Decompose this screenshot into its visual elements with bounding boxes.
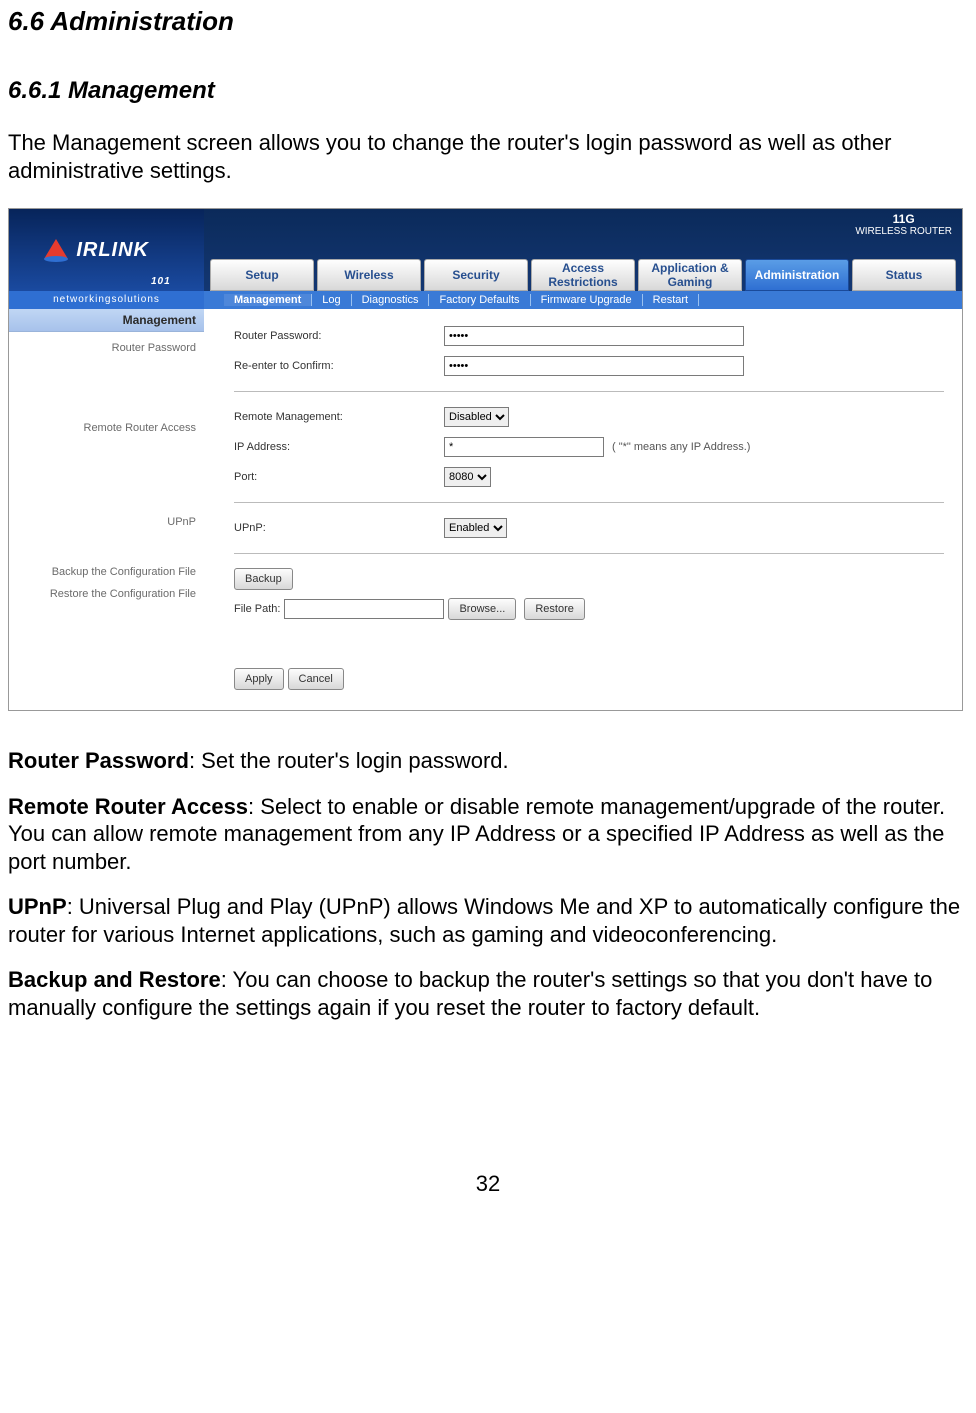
label-remote-management: Remote Management: [234, 411, 444, 423]
upnp-select[interactable]: Enabled [444, 518, 507, 538]
file-path-input[interactable] [284, 599, 444, 619]
subtab-log[interactable]: Log [312, 294, 351, 306]
cancel-button[interactable]: Cancel [288, 668, 344, 690]
section-heading: 6.6 Administration [8, 6, 968, 37]
tab-access-restrictions[interactable]: Access Restrictions [531, 259, 635, 291]
badge-title: 11G [855, 213, 952, 226]
divider [234, 553, 944, 554]
upnp-paragraph: UPnP: Universal Plug and Play (UPnP) all… [8, 893, 968, 948]
router-password-input[interactable] [444, 326, 744, 346]
label-ip-address: IP Address: [234, 441, 444, 453]
router-password-paragraph: Router Password: Set the router's login … [8, 747, 968, 775]
brand-text: IRLINK [76, 239, 149, 262]
upnp-term: UPnP [8, 894, 67, 919]
left-column: Management Router Password Remote Router… [9, 309, 204, 710]
label-file-path: File Path: [234, 603, 280, 615]
main-tabs: Setup Wireless Security Access Restricti… [204, 259, 962, 291]
remote-access-term: Remote Router Access [8, 794, 248, 819]
logo-icon [42, 235, 72, 265]
router-admin-screenshot: IRLINK 101 networkingsolutions 11G WIREL… [8, 208, 963, 711]
left-label-restore: Restore the Configuration File [9, 578, 204, 600]
backup-restore-term: Backup and Restore [8, 967, 221, 992]
left-label-upnp: UPnP [9, 508, 204, 528]
tab-administration[interactable]: Administration [745, 259, 849, 291]
brand-name: IRLINK 101 [9, 209, 204, 291]
subtab-management[interactable]: Management [224, 294, 312, 306]
apply-button[interactable]: Apply [234, 668, 284, 690]
subtab-restart[interactable]: Restart [643, 294, 699, 306]
section-title: Management [9, 309, 204, 332]
divider [234, 391, 944, 392]
tab-wireless[interactable]: Wireless [317, 259, 421, 291]
subtab-firmware-upgrade[interactable]: Firmware Upgrade [531, 294, 643, 306]
subtab-diagnostics[interactable]: Diagnostics [352, 294, 430, 306]
model-badge: 11G WIRELESS ROUTER [855, 213, 952, 237]
left-label-remote-access: Remote Router Access [9, 408, 204, 434]
tab-setup[interactable]: Setup [210, 259, 314, 291]
backup-restore-paragraph: Backup and Restore: You can choose to ba… [8, 966, 968, 1021]
subsection-heading: 6.6.1 Management [8, 77, 968, 105]
remote-access-paragraph: Remote Router Access: Select to enable o… [8, 793, 968, 876]
browse-button[interactable]: Browse... [448, 598, 516, 620]
port-select[interactable]: 8080 [444, 467, 491, 487]
divider [234, 502, 944, 503]
tab-status[interactable]: Status [852, 259, 956, 291]
remote-management-select[interactable]: Disabled [444, 407, 509, 427]
intro-paragraph: The Management screen allows you to chan… [8, 129, 968, 184]
brand-suffix: 101 [151, 276, 171, 287]
ip-note: ( "*" means any IP Address.) [612, 441, 750, 453]
label-port: Port: [234, 471, 444, 483]
subtab-factory-defaults[interactable]: Factory Defaults [429, 294, 530, 306]
sub-tabs: Management Log Diagnostics Factory Defau… [204, 291, 962, 309]
label-router-password: Router Password: [234, 330, 444, 342]
label-upnp: UPnP: [234, 522, 444, 534]
tab-application-gaming[interactable]: Application & Gaming [638, 259, 742, 291]
restore-button[interactable]: Restore [524, 598, 585, 620]
header-bar: IRLINK 101 networkingsolutions 11G WIREL… [9, 209, 962, 309]
backup-button[interactable]: Backup [234, 568, 293, 590]
badge-subtitle: WIRELESS ROUTER [855, 226, 952, 237]
left-label-router-password: Router Password [9, 332, 204, 354]
page-number: 32 [8, 1171, 968, 1197]
brand-logo: IRLINK 101 networkingsolutions [9, 209, 204, 309]
confirm-password-input[interactable] [444, 356, 744, 376]
label-confirm-password: Re-enter to Confirm: [234, 360, 444, 372]
left-label-backup: Backup the Configuration File [9, 558, 204, 578]
router-password-term: Router Password [8, 748, 189, 773]
tab-security[interactable]: Security [424, 259, 528, 291]
ip-address-input[interactable] [444, 437, 604, 457]
brand-tagline: networkingsolutions [9, 291, 204, 309]
form-area: Router Password: Re-enter to Confirm: Re… [204, 309, 962, 710]
